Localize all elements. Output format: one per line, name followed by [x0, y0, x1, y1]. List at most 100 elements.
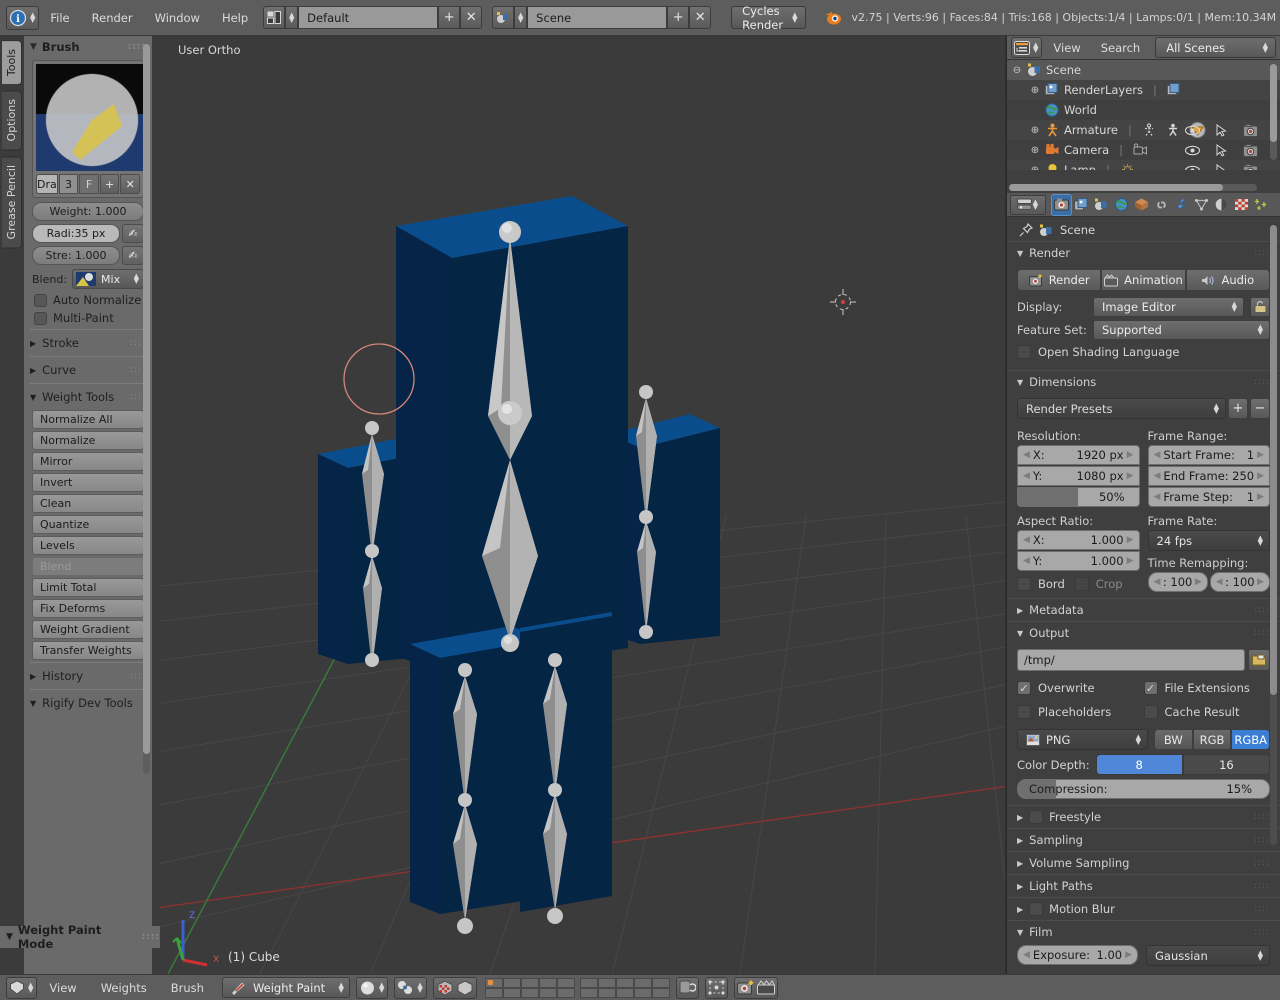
outliner-row-camera[interactable]: ⊕ Camera |: [1007, 140, 1280, 160]
chevron-right-icon[interactable]: ▶: [1127, 450, 1134, 460]
chevron-left-icon[interactable]: ◀: [1216, 577, 1223, 587]
layer-cell[interactable]: [616, 988, 634, 998]
auto-normalize-checkbox[interactable]: [34, 294, 47, 307]
quantize-button[interactable]: Quantize: [32, 515, 144, 534]
curve-panel-header[interactable]: ▶ Curve ::::: [24, 359, 152, 381]
properties-tab-particles[interactable]: [1252, 195, 1271, 215]
outliner-horizontal-scrollbar[interactable]: [1009, 184, 1257, 191]
overwrite-row[interactable]: ✓ Overwrite: [1017, 681, 1144, 695]
add-preset-button[interactable]: +: [1228, 398, 1248, 419]
face-select-mask-icon[interactable]: [436, 980, 454, 996]
weight-paint-mode-panel[interactable]: ▼ Weight Paint Mode ::::: [0, 926, 160, 948]
lamp-data-icon[interactable]: [1120, 163, 1135, 170]
render-engine-dropdown[interactable]: Cycles Render ▲▼: [731, 6, 805, 29]
renderlayer-data-icon[interactable]: [1167, 83, 1182, 97]
layer-cell[interactable]: [485, 988, 503, 998]
tab-options[interactable]: Options: [2, 90, 22, 150]
eye-icon[interactable]: [1185, 145, 1200, 156]
chevron-left-icon[interactable]: ◀: [1023, 535, 1030, 545]
auto-normalize-row[interactable]: Auto Normalize: [34, 293, 142, 307]
3d-viewport[interactable]: Z X User Ortho (1) Cube: [160, 36, 1005, 974]
render-animation-button[interactable]: Animation: [1101, 269, 1185, 291]
border-row[interactable]: Bord: [1017, 577, 1065, 591]
layer-cell[interactable]: [580, 978, 598, 988]
placeholders-row[interactable]: Placeholders: [1017, 705, 1144, 719]
pivot-point-group[interactable]: ▲▼: [394, 977, 426, 999]
chevron-right-icon[interactable]: ▶: [1127, 535, 1134, 545]
outliner-row-scene[interactable]: ⊖ Scene: [1007, 60, 1280, 80]
frame-step-field[interactable]: ◀ Frame Step: 1 ▶: [1148, 487, 1271, 507]
render-presets-dropdown[interactable]: Render Presets ▲▼: [1017, 398, 1226, 419]
end-frame-field[interactable]: ◀ End Frame: 250 ▶: [1148, 466, 1271, 486]
pixel-filter-dropdown[interactable]: Gaussian ▲▼: [1146, 945, 1270, 966]
file-extensions-checkbox[interactable]: ✓: [1144, 681, 1158, 695]
border-checkbox[interactable]: [1017, 577, 1031, 591]
clean-button[interactable]: Clean: [32, 494, 144, 513]
color-mode-bw[interactable]: BW: [1154, 729, 1193, 750]
feature-set-dropdown[interactable]: Supported ▲▼: [1093, 320, 1270, 340]
start-frame-field[interactable]: ◀ Start Frame: 1 ▶: [1148, 445, 1271, 465]
properties-tab-world[interactable]: [1112, 195, 1131, 215]
stroke-panel-header[interactable]: ▶ Stroke ::::: [24, 332, 152, 354]
eye-icon[interactable]: [1185, 165, 1200, 171]
screen-layout-name[interactable]: Default: [298, 6, 438, 29]
cursor-arrow-icon[interactable]: [1216, 124, 1227, 137]
footer-menu-weights[interactable]: Weights: [89, 977, 159, 999]
collapse-icon[interactable]: ⊖: [1011, 65, 1023, 76]
layer-cell[interactable]: [521, 988, 539, 998]
proportional-edit-group[interactable]: [676, 977, 699, 999]
cache-result-checkbox[interactable]: [1144, 705, 1158, 719]
osl-checkbox[interactable]: [1017, 345, 1031, 359]
camera-render-restrict-icon[interactable]: [1243, 124, 1258, 137]
expand-icon[interactable]: ⊕: [1029, 85, 1041, 96]
brush-preview[interactable]: Dra 3 F + ✕: [32, 60, 144, 198]
film-section-header[interactable]: ▼ Film ::::: [1007, 920, 1280, 943]
resolution-percentage-slider[interactable]: 50%: [1017, 487, 1140, 507]
camera-data-icon[interactable]: [1133, 143, 1148, 157]
mirror-button[interactable]: Mirror: [32, 452, 144, 471]
cache-result-row[interactable]: Cache Result: [1144, 705, 1271, 719]
freestyle-checkbox[interactable]: [1029, 810, 1043, 824]
outliner-row-armature[interactable]: ⊕ Armature |: [1007, 120, 1280, 140]
expand-icon[interactable]: ⊕: [1029, 145, 1041, 156]
layer-cell[interactable]: [539, 988, 557, 998]
chevron-left-icon[interactable]: ◀: [1154, 450, 1161, 460]
camera-render-restrict-icon[interactable]: [1243, 164, 1258, 171]
layer-cell[interactable]: [634, 988, 652, 998]
color-mode-rgba[interactable]: RGBA: [1231, 729, 1270, 750]
chevron-left-icon[interactable]: ◀: [1023, 450, 1030, 460]
layer-cell[interactable]: [652, 978, 670, 988]
outliner-row-lamp[interactable]: ⊕ Lamp |: [1007, 160, 1280, 170]
outliner-menu-view[interactable]: View: [1044, 36, 1089, 60]
compression-slider[interactable]: Compression: 15%: [1017, 779, 1270, 799]
armature-data-icon[interactable]: [1166, 123, 1180, 137]
display-lock-button[interactable]: [1250, 297, 1270, 317]
chevron-left-icon[interactable]: ◀: [1023, 950, 1030, 960]
layer-cell[interactable]: [503, 988, 521, 998]
output-section-header[interactable]: ▼ Output ::::: [1007, 621, 1280, 644]
brush-name[interactable]: Dra: [36, 174, 58, 194]
menu-window[interactable]: Window: [144, 6, 211, 30]
placeholders-checkbox[interactable]: [1017, 705, 1031, 719]
invert-button[interactable]: Invert: [32, 473, 144, 492]
outliner-vertical-scrollbar[interactable]: [1270, 64, 1277, 160]
menu-file[interactable]: File: [39, 6, 80, 30]
time-remap-new-field[interactable]: ◀ : 100 ▶: [1210, 572, 1270, 592]
add-screen-layout-button[interactable]: +: [438, 6, 460, 29]
add-scene-button[interactable]: +: [667, 6, 689, 29]
viewport-shading-group[interactable]: ▲▼: [356, 977, 388, 999]
remove-preset-button[interactable]: −: [1250, 398, 1270, 419]
outliner-display-mode-dropdown[interactable]: All Scenes ▲▼: [1155, 37, 1276, 58]
render-animation-icon[interactable]: [757, 980, 775, 995]
levels-button[interactable]: Levels: [32, 536, 144, 555]
pose-copy-icon[interactable]: [708, 980, 725, 995]
file-format-dropdown[interactable]: PNG ▲▼: [1017, 729, 1148, 750]
brush-weight-slider[interactable]: Weight: 1.000: [32, 202, 144, 221]
weight-tools-panel-header[interactable]: ▼ Weight Tools ::::: [24, 386, 152, 408]
properties-editor-type-button[interactable]: ▲▼: [1010, 195, 1046, 215]
layer-cell[interactable]: [598, 988, 616, 998]
properties-tab-texture[interactable]: [1232, 195, 1251, 215]
rigify-panel-header[interactable]: ▼ Rigify Dev Tools: [24, 692, 152, 714]
screen-layout-spinner[interactable]: ▲▼: [285, 6, 298, 29]
brush-radius-slider[interactable]: Radi:35 px: [32, 224, 120, 243]
